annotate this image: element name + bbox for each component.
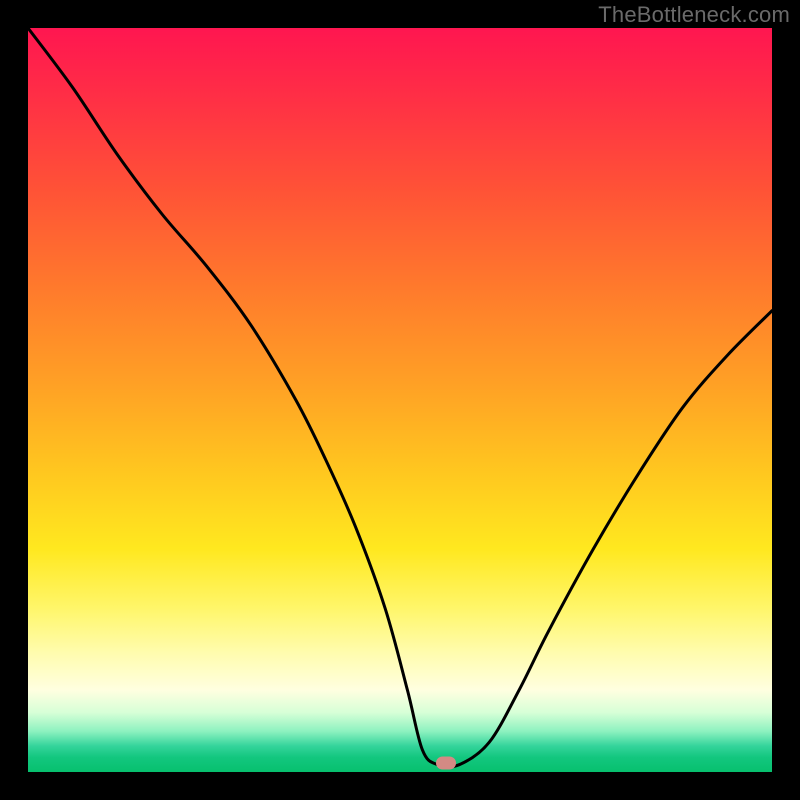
bottleneck-curve [28, 28, 772, 767]
optimal-point-marker [436, 757, 456, 770]
curve-svg [28, 28, 772, 772]
watermark-text: TheBottleneck.com [598, 2, 790, 28]
chart-frame: TheBottleneck.com [0, 0, 800, 800]
plot-area [28, 28, 772, 772]
